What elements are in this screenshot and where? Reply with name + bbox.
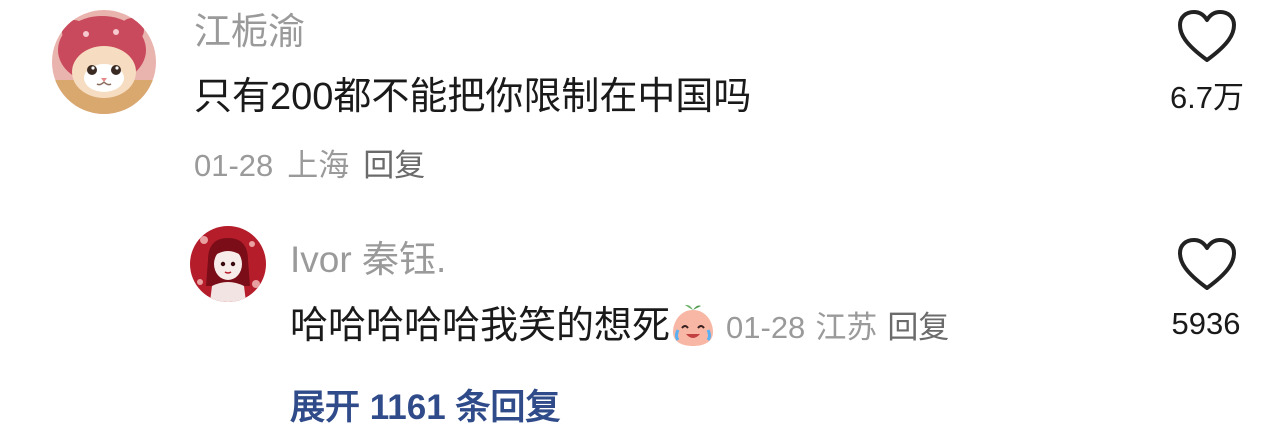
cat-avatar-icon <box>52 10 156 114</box>
avatar[interactable] <box>190 226 266 302</box>
username[interactable]: Ivor 秦钰. <box>290 238 446 282</box>
reply-location: 江苏 <box>815 310 878 345</box>
anime-girl-avatar-icon <box>190 226 266 302</box>
reply-button[interactable]: 回复 <box>363 148 425 183</box>
avatar[interactable] <box>52 10 156 114</box>
comment-meta: 01-28 上海 回复 <box>194 146 425 186</box>
reply-date: 01-28 <box>726 310 806 345</box>
reply-button[interactable]: 回复 <box>887 310 949 345</box>
username[interactable]: 江栀渝 <box>194 10 305 54</box>
reply-text-line[interactable]: 哈哈哈哈哈我笑的想死 01-28 江苏 回复 <box>290 302 949 351</box>
laughing-crying-peach-emoji-icon <box>670 302 716 348</box>
heart-outline-icon <box>1178 238 1236 290</box>
comment-text[interactable]: 只有200都不能把你限制在中国吗 <box>194 74 751 120</box>
reply-meta: 01-28 江苏 回复 <box>716 310 949 345</box>
comment-date: 01-28 <box>194 148 274 183</box>
like-button[interactable] <box>1177 10 1237 64</box>
reply-text: 哈哈哈哈哈我笑的想死 <box>290 305 671 347</box>
heart-outline-icon <box>1178 10 1236 62</box>
expand-replies-button[interactable]: 展开 1161 条回复 <box>290 386 560 430</box>
like-button[interactable] <box>1177 238 1237 292</box>
like-count: 5936 <box>1171 306 1241 341</box>
like-count: 6.7万 <box>1169 80 1245 115</box>
comment-location: 上海 <box>287 148 350 183</box>
